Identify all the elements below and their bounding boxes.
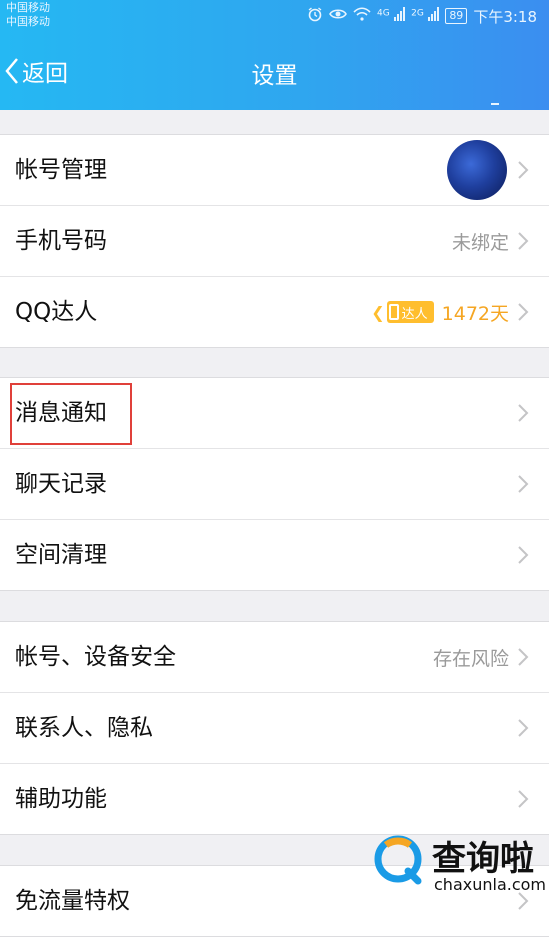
battery-icon: 89 <box>445 8 468 24</box>
alarm-icon <box>307 6 323 26</box>
row-label: 手机号码 <box>15 228 107 254</box>
row-value: 未绑定 <box>451 231 509 254</box>
avatar <box>447 140 507 200</box>
chevron-right-icon <box>518 475 529 493</box>
row-label: 聊天记录 <box>15 471 107 497</box>
settings-group-account: 帐号管理 手机号码 未绑定 QQ达人 ❮ 达人 1472天 <box>0 134 549 348</box>
eye-icon <box>329 7 347 25</box>
phone-icon <box>388 304 399 320</box>
carrier-label-1: 中国移动 <box>6 1 50 14</box>
wifi-icon <box>353 7 371 25</box>
chevron-right-icon <box>518 546 529 564</box>
expert-days: 1472天 <box>441 302 509 325</box>
settings-row-accessibility[interactable]: 辅助功能 <box>0 764 549 834</box>
page-title: 设置 <box>251 63 298 89</box>
chevron-right-icon <box>518 719 529 737</box>
row-value: 存在风险 <box>432 647 509 670</box>
badge-label: 达人 <box>401 306 428 322</box>
row-label: 帐号、设备安全 <box>15 644 176 670</box>
settings-row-qq-expert[interactable]: QQ达人 ❮ 达人 1472天 <box>0 277 549 347</box>
status-time: 下午3:18 <box>473 7 537 26</box>
watermark-url: chaxunla.com <box>434 875 546 894</box>
watermark-logo-icon <box>374 835 422 885</box>
watermark-name: 查询啦 <box>432 839 534 879</box>
settings-row-account-management[interactable]: 帐号管理 <box>0 135 549 206</box>
settings-row-storage-cleanup[interactable]: 空间清理 <box>0 520 549 590</box>
scroll-indicator <box>491 103 499 105</box>
chevron-right-icon <box>518 303 529 321</box>
signal-1-icon: 4G <box>377 7 406 25</box>
network-type-1: 4G <box>377 8 390 19</box>
chevron-right-icon <box>518 232 529 250</box>
network-type-2: 2G <box>411 8 424 19</box>
row-label: 辅助功能 <box>15 786 107 812</box>
highlight-box <box>10 383 132 445</box>
row-label: 空间清理 <box>15 542 107 568</box>
settings-row-contacts-privacy[interactable]: 联系人、隐私 <box>0 693 549 764</box>
settings-row-phone-number[interactable]: 手机号码 未绑定 <box>0 206 549 277</box>
status-bar: 中国移动 中国移动 4G 2G 89 下午3:18 <box>0 0 549 34</box>
settings-row-account-security[interactable]: 帐号、设备安全 存在风险 <box>0 622 549 693</box>
chevron-right-icon <box>518 161 529 179</box>
chevron-right-icon <box>518 404 529 422</box>
settings-row-chat-history[interactable]: 聊天记录 <box>0 449 549 520</box>
title-bar: 中国移动 中国移动 4G 2G 89 下午3:18 返回 设置 <box>0 0 549 110</box>
row-label: 免流量特权 <box>15 888 130 914</box>
watermark: 查询啦 chaxunla.com <box>372 825 546 905</box>
expert-badge: ❮ 达人 <box>371 301 434 323</box>
wing-icon: ❮ <box>371 302 385 322</box>
signal-2-icon: 2G <box>411 7 440 25</box>
chevron-right-icon <box>518 648 529 666</box>
settings-group-security: 帐号、设备安全 存在风险 联系人、隐私 辅助功能 <box>0 621 549 835</box>
row-label: 联系人、隐私 <box>15 715 153 741</box>
row-label: 帐号管理 <box>15 157 107 183</box>
row-label: QQ达人 <box>15 299 98 325</box>
carrier-label-2: 中国移动 <box>6 15 50 28</box>
chevron-right-icon <box>518 790 529 808</box>
